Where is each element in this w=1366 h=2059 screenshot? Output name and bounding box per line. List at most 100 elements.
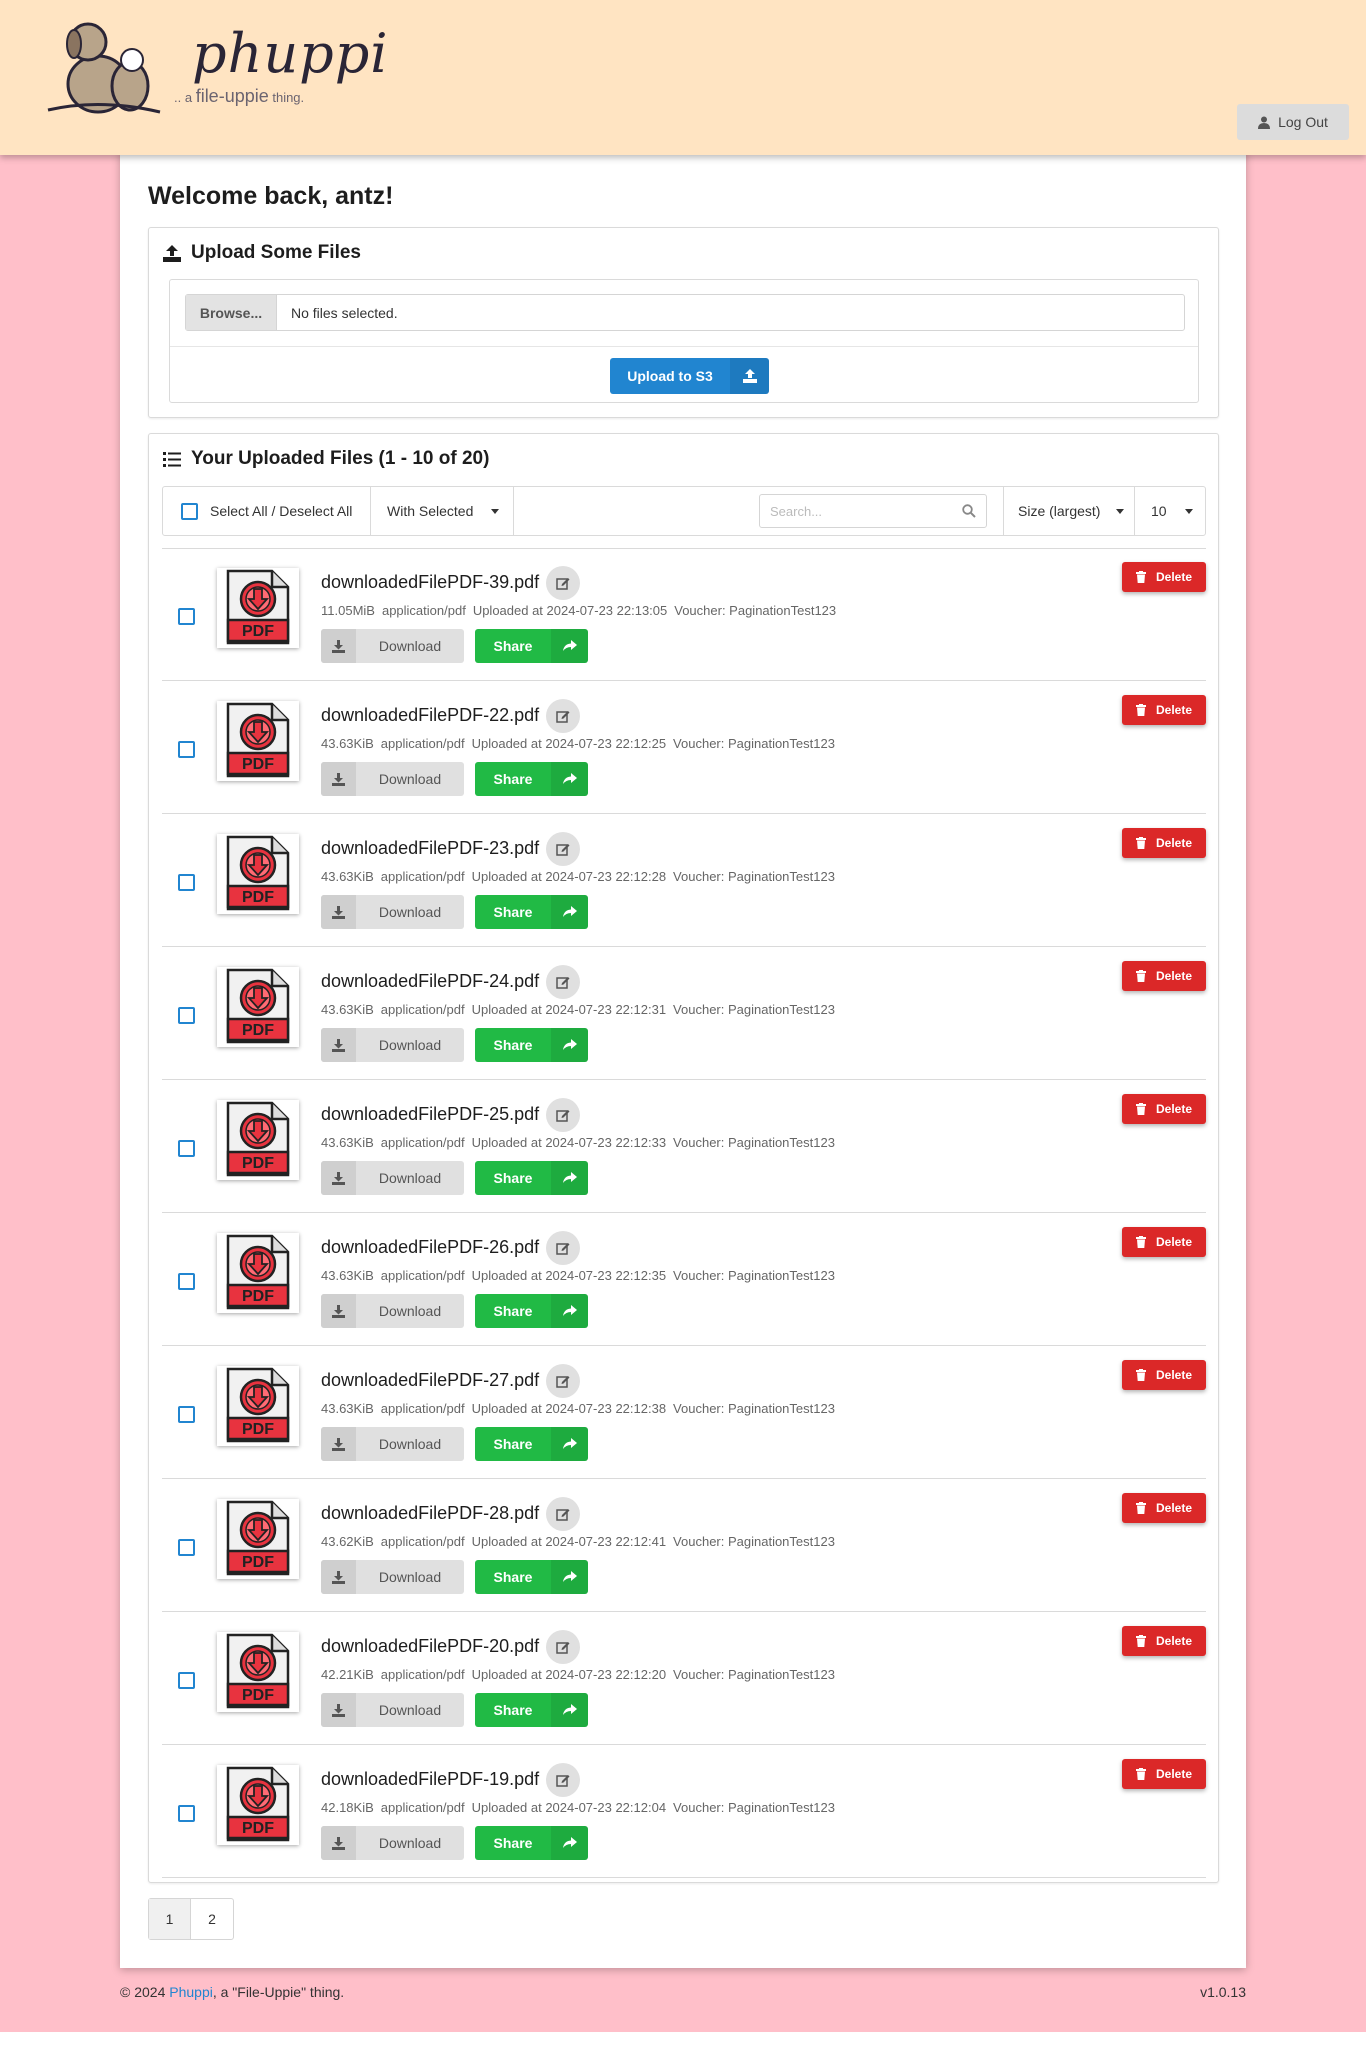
upload-to-s3-button[interactable]: Upload to S3	[610, 358, 769, 394]
edit-icon	[556, 1376, 570, 1388]
edit-icon	[556, 711, 570, 723]
trash-icon	[1135, 1502, 1146, 1514]
download-button[interactable]: Download	[321, 1427, 464, 1461]
delete-button[interactable]: Delete	[1122, 1094, 1206, 1124]
file-select-checkbox[interactable]	[178, 608, 195, 625]
file-select-checkbox[interactable]	[178, 1406, 195, 1423]
rename-button[interactable]	[546, 832, 580, 866]
share-button[interactable]: Share	[475, 1161, 588, 1195]
file-size: 42.18KiB	[321, 1800, 374, 1815]
download-button[interactable]: Download	[321, 1028, 464, 1062]
delete-button[interactable]: Delete	[1122, 1227, 1206, 1257]
download-button[interactable]: Download	[321, 1294, 464, 1328]
delete-button[interactable]: Delete	[1122, 1759, 1206, 1789]
file-voucher: Voucher: PaginationTest123	[673, 1002, 835, 1017]
file-select-checkbox[interactable]	[178, 1805, 195, 1822]
page-1-button[interactable]: 1	[149, 1899, 191, 1939]
download-button[interactable]: Download	[321, 1560, 464, 1594]
edit-icon	[556, 1642, 570, 1654]
select-all-toggle[interactable]: Select All / Deselect All	[163, 487, 371, 535]
share-button[interactable]: Share	[475, 762, 588, 796]
rename-button[interactable]	[546, 1364, 580, 1398]
delete-button[interactable]: Delete	[1122, 1493, 1206, 1523]
trash-icon	[1135, 1768, 1146, 1780]
browse-button[interactable]: Browse...	[186, 295, 277, 330]
delete-button[interactable]: Delete	[1122, 695, 1206, 725]
delete-button[interactable]: Delete	[1122, 828, 1206, 858]
rename-button[interactable]	[546, 1231, 580, 1265]
delete-button[interactable]: Delete	[1122, 562, 1206, 592]
file-name[interactable]: downloadedFilePDF-25.pdf	[321, 1104, 539, 1125]
file-row: PDF downloadedFilePDF-26.pdf 43.63KiB app…	[162, 1213, 1206, 1346]
logout-button[interactable]: Log Out	[1237, 104, 1349, 140]
share-button[interactable]: Share	[475, 1028, 588, 1062]
sort-dropdown[interactable]: Size (largest)	[1003, 487, 1135, 535]
svg-text:PDF: PDF	[242, 1155, 274, 1172]
phuppi-logo[interactable]: phuppi .. a file-uppie thing.	[40, 14, 388, 119]
rename-button[interactable]	[546, 1763, 580, 1797]
share-button[interactable]: Share	[475, 1693, 588, 1727]
phuppi-link[interactable]: Phuppi	[169, 1984, 213, 2000]
file-uploaded-at: Uploaded at 2024-07-23 22:12:31	[471, 1002, 667, 1017]
file-type: application/pdf	[380, 1401, 465, 1416]
download-button[interactable]: Download	[321, 629, 464, 663]
share-icon	[551, 1693, 588, 1727]
file-select-checkbox[interactable]	[178, 1539, 195, 1556]
share-button[interactable]: Share	[475, 629, 588, 663]
share-button[interactable]: Share	[475, 1294, 588, 1328]
file-name[interactable]: downloadedFilePDF-27.pdf	[321, 1370, 539, 1391]
file-name[interactable]: downloadedFilePDF-19.pdf	[321, 1769, 539, 1790]
top-header: phuppi .. a file-uppie thing. Log Out	[0, 0, 1366, 155]
pdf-file-icon: PDF	[217, 701, 299, 781]
file-select-checkbox[interactable]	[178, 1273, 195, 1290]
file-name[interactable]: downloadedFilePDF-39.pdf	[321, 572, 539, 593]
file-select-checkbox[interactable]	[178, 1672, 195, 1689]
search-icon	[962, 504, 976, 518]
file-select-checkbox[interactable]	[178, 1007, 195, 1024]
file-select-checkbox[interactable]	[178, 1140, 195, 1157]
share-button[interactable]: Share	[475, 895, 588, 929]
share-button[interactable]: Share	[475, 1560, 588, 1594]
file-name[interactable]: downloadedFilePDF-23.pdf	[321, 838, 539, 859]
pdf-file-icon: PDF	[217, 568, 299, 648]
rename-button[interactable]	[546, 699, 580, 733]
rename-button[interactable]	[546, 1630, 580, 1664]
with-selected-dropdown[interactable]: With Selected	[371, 487, 514, 535]
download-button[interactable]: Download	[321, 1826, 464, 1860]
download-button[interactable]: Download	[321, 762, 464, 796]
download-button[interactable]: Download	[321, 1693, 464, 1727]
file-name[interactable]: downloadedFilePDF-20.pdf	[321, 1636, 539, 1657]
page-2-button[interactable]: 2	[191, 1899, 233, 1939]
file-size: 43.63KiB	[321, 736, 374, 751]
file-name[interactable]: downloadedFilePDF-22.pdf	[321, 705, 539, 726]
file-uploaded-at: Uploaded at 2024-07-23 22:12:20	[471, 1667, 667, 1682]
share-button[interactable]: Share	[475, 1826, 588, 1860]
file-row: PDF downloadedFilePDF-23.pdf 43.63KiB app…	[162, 814, 1206, 947]
file-select-checkbox[interactable]	[178, 741, 195, 758]
logout-label: Log Out	[1278, 114, 1328, 130]
download-button[interactable]: Download	[321, 1161, 464, 1195]
file-input[interactable]: Browse... No files selected.	[185, 294, 1185, 331]
file-name[interactable]: downloadedFilePDF-28.pdf	[321, 1503, 539, 1524]
rename-button[interactable]	[546, 1098, 580, 1132]
search-input[interactable]: Search...	[759, 494, 987, 528]
file-name[interactable]: downloadedFilePDF-26.pdf	[321, 1237, 539, 1258]
file-size: 43.63KiB	[321, 1268, 374, 1283]
share-button[interactable]: Share	[475, 1427, 588, 1461]
rename-button[interactable]	[546, 965, 580, 999]
trash-icon	[1135, 970, 1146, 982]
file-voucher: Voucher: PaginationTest123	[673, 869, 835, 884]
per-page-dropdown[interactable]: 10	[1135, 487, 1205, 535]
delete-button[interactable]: Delete	[1122, 1626, 1206, 1656]
delete-button[interactable]: Delete	[1122, 1360, 1206, 1390]
svg-text:PDF: PDF	[242, 1820, 274, 1837]
file-row: PDF downloadedFilePDF-27.pdf 43.63KiB app…	[162, 1346, 1206, 1479]
file-select-checkbox[interactable]	[178, 874, 195, 891]
download-button[interactable]: Download	[321, 895, 464, 929]
file-name[interactable]: downloadedFilePDF-24.pdf	[321, 971, 539, 992]
delete-button[interactable]: Delete	[1122, 961, 1206, 991]
download-icon	[321, 629, 356, 663]
rename-button[interactable]	[546, 1497, 580, 1531]
rename-button[interactable]	[546, 566, 580, 600]
select-all-checkbox[interactable]	[181, 502, 198, 520]
